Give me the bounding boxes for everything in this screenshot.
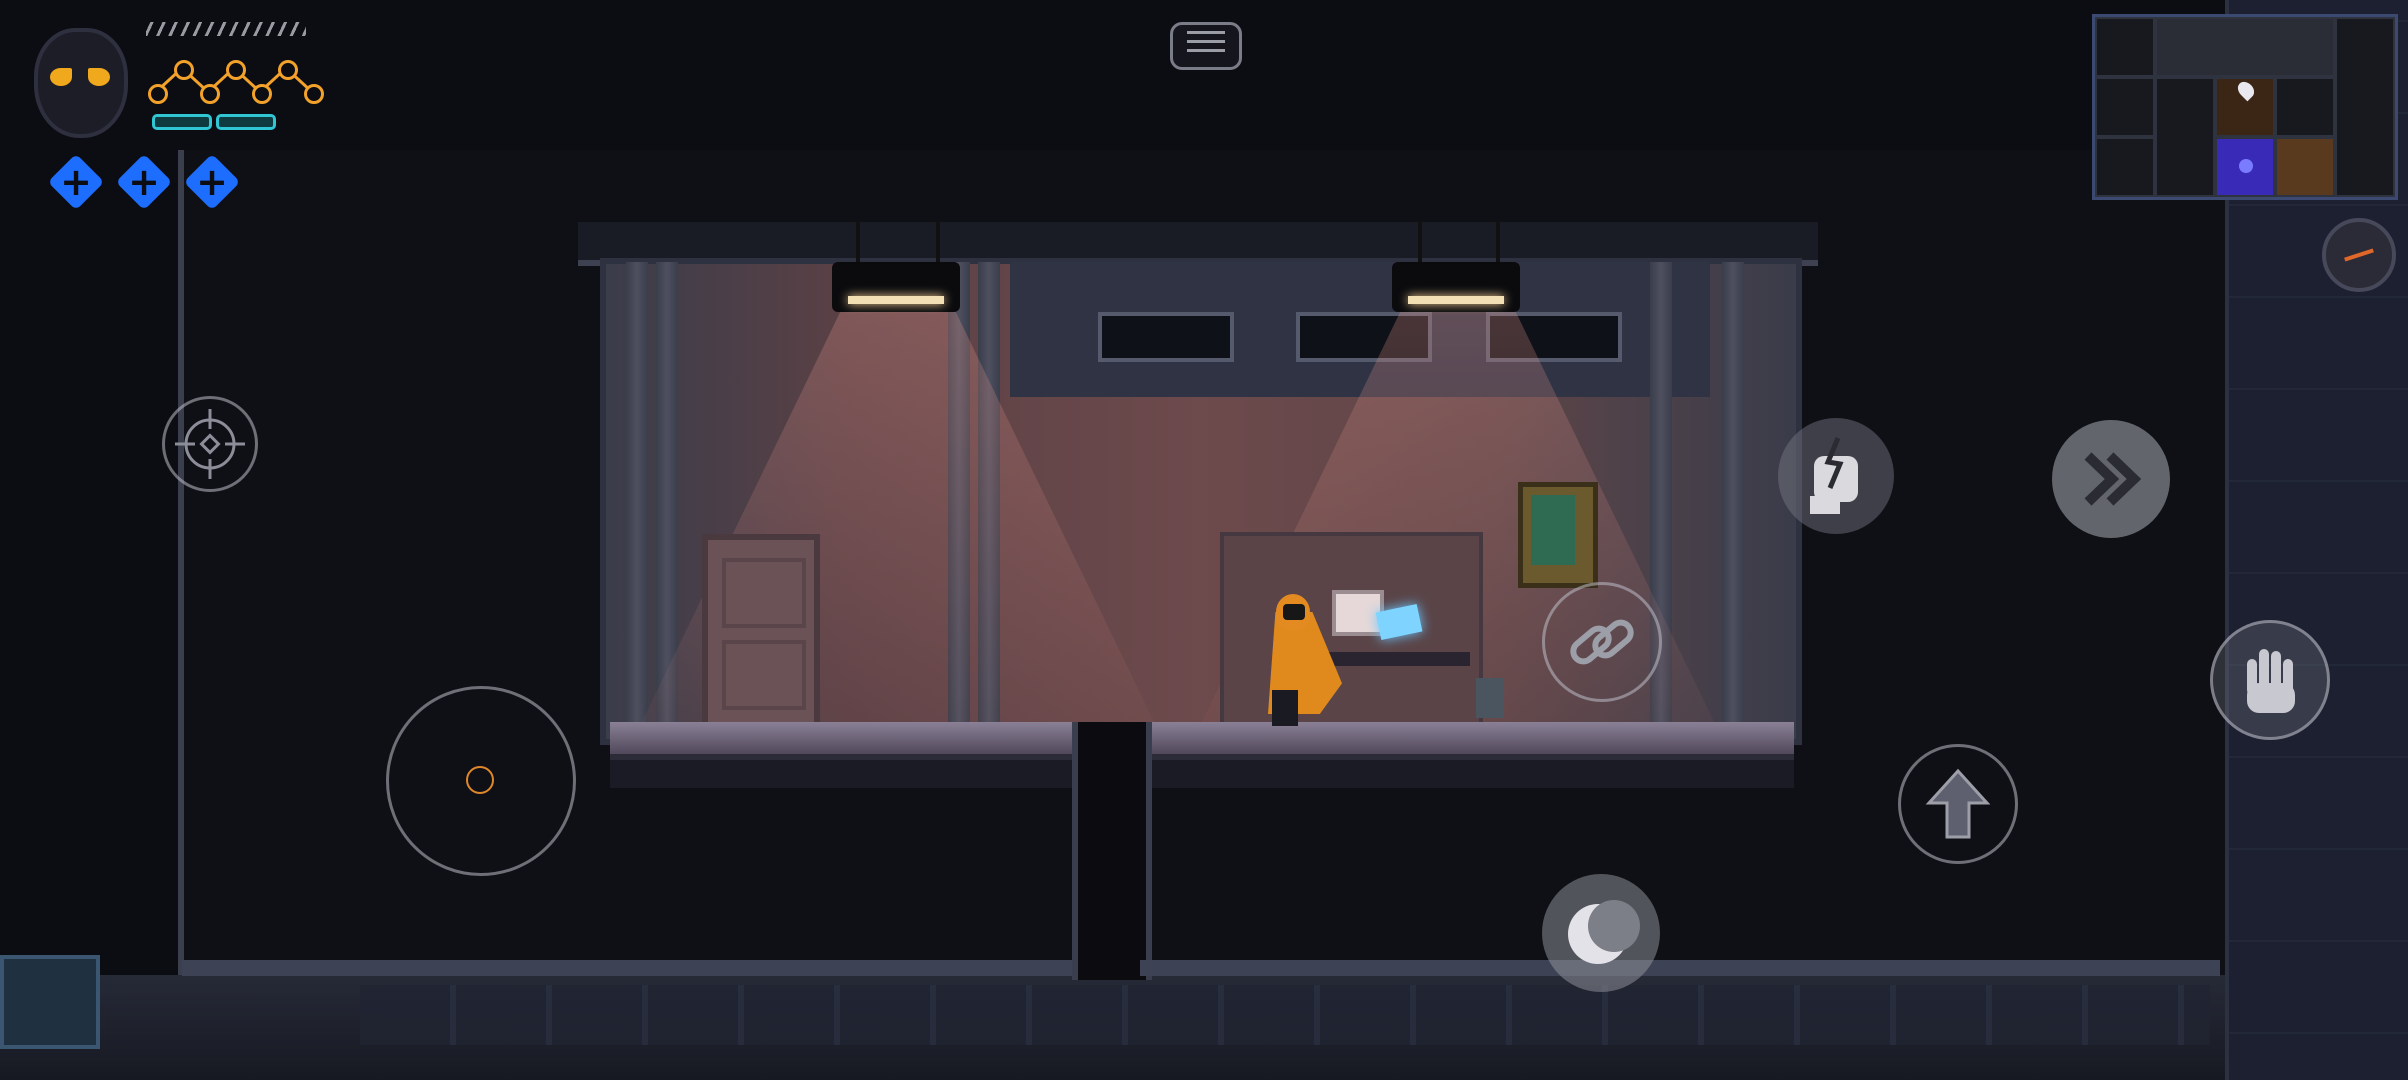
desk: [1320, 652, 1470, 666]
virtual-joystick[interactable]: [386, 686, 576, 876]
healing-flask-icon: +: [183, 153, 241, 211]
wall-pipe: [1722, 262, 1744, 732]
lamp-glow: [848, 296, 944, 304]
mana-bar: [152, 114, 212, 130]
health-node: [200, 84, 220, 104]
game-world: [0, 0, 2408, 1080]
ceiling-lamp: [1392, 262, 1520, 312]
floor-shaft: [1072, 722, 1152, 980]
stamina-slash-bar: [146, 22, 306, 36]
minimap-room: [2095, 137, 2155, 197]
health-node: [226, 60, 246, 80]
lamp-wire: [936, 222, 940, 264]
minimap-room: [2095, 17, 2155, 77]
painting-figure: [1531, 495, 1575, 565]
health-node: [174, 60, 194, 80]
minimap[interactable]: [2092, 14, 2398, 200]
skill-button[interactable]: [1778, 418, 1894, 534]
healing-flask-icon: +: [115, 153, 173, 211]
arrow-up-icon: [1925, 768, 1991, 839]
jump-button[interactable]: [1898, 744, 2018, 864]
compass-needle: [2344, 248, 2374, 262]
crescent-button[interactable]: [1542, 874, 1660, 992]
door-panel: [722, 558, 806, 628]
dash-button[interactable]: [2052, 420, 2170, 538]
framed-portrait-painting: [1518, 482, 1598, 588]
plus-icon: +: [60, 160, 92, 204]
double-chevron-right-icon: [2084, 452, 2142, 506]
health-node: [304, 84, 324, 104]
minimap-room: [2155, 17, 2335, 77]
fist-lightning-icon: [1810, 437, 1858, 514]
door-panel: [722, 640, 806, 710]
portrait-eye: [50, 68, 72, 86]
minimap-room: [2155, 77, 2215, 197]
portrait-eye: [88, 68, 110, 86]
minimap-room: [2275, 137, 2335, 197]
lower-floor-right: [1140, 960, 2220, 976]
floor-underside: [1140, 760, 1794, 788]
grab-button[interactable]: [2210, 620, 2330, 740]
masked-hero-portrait-icon: [34, 28, 128, 138]
plus-icon: +: [128, 160, 160, 204]
menu-icon-line: [1187, 40, 1225, 43]
joystick-thumb[interactable]: [466, 766, 494, 794]
wall-pipe: [626, 262, 648, 732]
room-floor-left: [610, 722, 1072, 760]
metal-crate: [0, 955, 100, 1049]
ground-truss: [360, 985, 2210, 1045]
compass-icon[interactable]: [2322, 218, 2396, 292]
plus-icon: +: [196, 160, 228, 204]
lower-floor-left: [182, 960, 1072, 976]
minimap-room: [2095, 77, 2155, 137]
vent-window: [1098, 312, 1234, 362]
health-node: [148, 84, 168, 104]
floor-underside: [610, 760, 1072, 788]
mana-bar: [216, 114, 276, 130]
lamp-glow: [1408, 296, 1504, 304]
ceiling-lamp: [832, 262, 960, 312]
menu-button[interactable]: [1170, 22, 1242, 70]
minimap-room: [2275, 77, 2335, 137]
hand-icon: [2247, 649, 2295, 713]
menu-icon-line: [1187, 49, 1225, 52]
hero-mask: [1283, 604, 1305, 620]
minimap-room: [2335, 17, 2395, 197]
health-node: [252, 84, 272, 104]
room-floor-right: [1140, 722, 1794, 760]
crescent-moon-icon: [1568, 900, 1640, 964]
chain-link-icon: [1570, 619, 1634, 665]
hero-legs: [1272, 690, 1298, 726]
chain-button[interactable]: [1542, 582, 1662, 702]
healing-flask-icon: +: [47, 153, 105, 211]
lamp-wire: [856, 222, 860, 264]
menu-icon-line: [1187, 31, 1225, 34]
room-door[interactable]: [702, 534, 820, 734]
lamp-wire: [1418, 222, 1422, 264]
health-node: [278, 60, 298, 80]
target-button[interactable]: [162, 396, 258, 492]
player-dot: [2239, 159, 2253, 173]
crosshair-target-icon: [175, 409, 245, 479]
trash-bin: [1476, 678, 1504, 718]
lamp-wire: [1496, 222, 1500, 264]
